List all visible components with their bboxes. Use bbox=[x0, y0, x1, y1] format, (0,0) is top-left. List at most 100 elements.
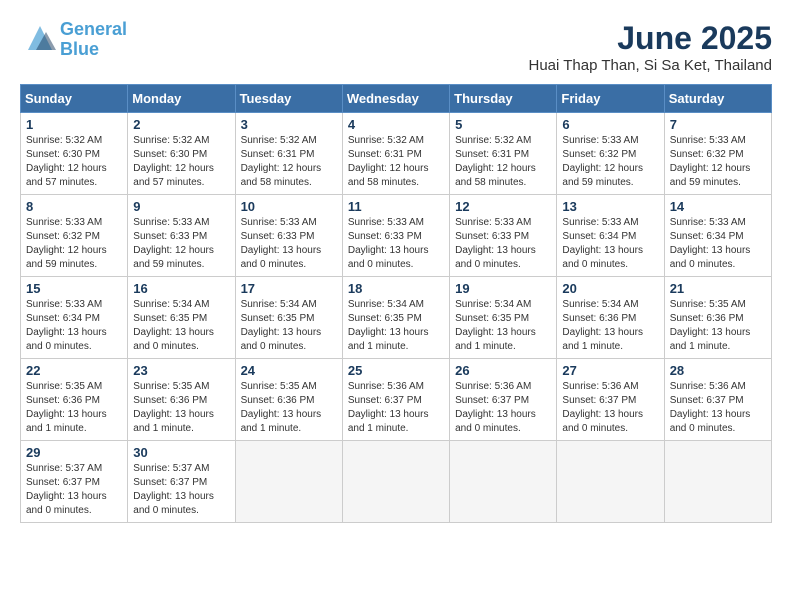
location-title: Huai Thap Than, Si Sa Ket, Thailand bbox=[529, 57, 773, 74]
day-number: 23 bbox=[133, 363, 229, 378]
day-info: Sunrise: 5:34 AM Sunset: 6:36 PM Dayligh… bbox=[562, 298, 658, 354]
day-info: Sunrise: 5:33 AM Sunset: 6:34 PM Dayligh… bbox=[670, 216, 766, 272]
table-row: 18 Sunrise: 5:34 AM Sunset: 6:35 PM Dayl… bbox=[342, 277, 449, 359]
day-info: Sunrise: 5:33 AM Sunset: 6:33 PM Dayligh… bbox=[133, 216, 229, 272]
table-row: 27 Sunrise: 5:36 AM Sunset: 6:37 PM Dayl… bbox=[557, 359, 664, 441]
day-number: 22 bbox=[26, 363, 122, 378]
title-area: June 2025 Huai Thap Than, Si Sa Ket, Tha… bbox=[529, 20, 773, 74]
day-info: Sunrise: 5:34 AM Sunset: 6:35 PM Dayligh… bbox=[348, 298, 444, 354]
table-row: 22 Sunrise: 5:35 AM Sunset: 6:36 PM Dayl… bbox=[21, 359, 128, 441]
day-info: Sunrise: 5:35 AM Sunset: 6:36 PM Dayligh… bbox=[26, 380, 122, 436]
table-row: 6 Sunrise: 5:33 AM Sunset: 6:32 PM Dayli… bbox=[557, 113, 664, 195]
table-row: 3 Sunrise: 5:32 AM Sunset: 6:31 PM Dayli… bbox=[235, 113, 342, 195]
day-info: Sunrise: 5:37 AM Sunset: 6:37 PM Dayligh… bbox=[133, 462, 229, 518]
header-friday: Friday bbox=[557, 85, 664, 113]
table-row bbox=[664, 441, 771, 523]
header-thursday: Thursday bbox=[450, 85, 557, 113]
day-number: 15 bbox=[26, 281, 122, 296]
header-wednesday: Wednesday bbox=[342, 85, 449, 113]
day-number: 2 bbox=[133, 117, 229, 132]
day-info: Sunrise: 5:33 AM Sunset: 6:32 PM Dayligh… bbox=[562, 134, 658, 190]
table-row: 24 Sunrise: 5:35 AM Sunset: 6:36 PM Dayl… bbox=[235, 359, 342, 441]
table-row: 1 Sunrise: 5:32 AM Sunset: 6:30 PM Dayli… bbox=[21, 113, 128, 195]
day-info: Sunrise: 5:32 AM Sunset: 6:30 PM Dayligh… bbox=[133, 134, 229, 190]
day-info: Sunrise: 5:36 AM Sunset: 6:37 PM Dayligh… bbox=[562, 380, 658, 436]
table-row: 12 Sunrise: 5:33 AM Sunset: 6:33 PM Dayl… bbox=[450, 195, 557, 277]
day-info: Sunrise: 5:36 AM Sunset: 6:37 PM Dayligh… bbox=[455, 380, 551, 436]
day-info: Sunrise: 5:32 AM Sunset: 6:30 PM Dayligh… bbox=[26, 134, 122, 190]
table-row: 15 Sunrise: 5:33 AM Sunset: 6:34 PM Dayl… bbox=[21, 277, 128, 359]
table-row: 11 Sunrise: 5:33 AM Sunset: 6:33 PM Dayl… bbox=[342, 195, 449, 277]
calendar-week-row: 22 Sunrise: 5:35 AM Sunset: 6:36 PM Dayl… bbox=[21, 359, 772, 441]
table-row: 8 Sunrise: 5:33 AM Sunset: 6:32 PM Dayli… bbox=[21, 195, 128, 277]
table-row: 4 Sunrise: 5:32 AM Sunset: 6:31 PM Dayli… bbox=[342, 113, 449, 195]
day-number: 5 bbox=[455, 117, 551, 132]
day-number: 29 bbox=[26, 445, 122, 460]
day-info: Sunrise: 5:33 AM Sunset: 6:34 PM Dayligh… bbox=[562, 216, 658, 272]
table-row: 28 Sunrise: 5:36 AM Sunset: 6:37 PM Dayl… bbox=[664, 359, 771, 441]
day-number: 9 bbox=[133, 199, 229, 214]
calendar: Sunday Monday Tuesday Wednesday Thursday… bbox=[20, 84, 772, 523]
day-number: 30 bbox=[133, 445, 229, 460]
table-row: 29 Sunrise: 5:37 AM Sunset: 6:37 PM Dayl… bbox=[21, 441, 128, 523]
calendar-week-row: 8 Sunrise: 5:33 AM Sunset: 6:32 PM Dayli… bbox=[21, 195, 772, 277]
day-info: Sunrise: 5:37 AM Sunset: 6:37 PM Dayligh… bbox=[26, 462, 122, 518]
calendar-header-row: Sunday Monday Tuesday Wednesday Thursday… bbox=[21, 85, 772, 113]
day-number: 28 bbox=[670, 363, 766, 378]
day-number: 26 bbox=[455, 363, 551, 378]
logo: General Blue bbox=[20, 20, 127, 60]
day-info: Sunrise: 5:33 AM Sunset: 6:32 PM Dayligh… bbox=[670, 134, 766, 190]
table-row: 10 Sunrise: 5:33 AM Sunset: 6:33 PM Dayl… bbox=[235, 195, 342, 277]
day-number: 7 bbox=[670, 117, 766, 132]
page-header: General Blue June 2025 Huai Thap Than, S… bbox=[20, 20, 772, 74]
day-info: Sunrise: 5:36 AM Sunset: 6:37 PM Dayligh… bbox=[348, 380, 444, 436]
day-number: 20 bbox=[562, 281, 658, 296]
day-info: Sunrise: 5:34 AM Sunset: 6:35 PM Dayligh… bbox=[241, 298, 337, 354]
day-number: 27 bbox=[562, 363, 658, 378]
table-row: 26 Sunrise: 5:36 AM Sunset: 6:37 PM Dayl… bbox=[450, 359, 557, 441]
day-info: Sunrise: 5:33 AM Sunset: 6:33 PM Dayligh… bbox=[241, 216, 337, 272]
day-number: 10 bbox=[241, 199, 337, 214]
day-number: 14 bbox=[670, 199, 766, 214]
table-row: 17 Sunrise: 5:34 AM Sunset: 6:35 PM Dayl… bbox=[235, 277, 342, 359]
calendar-week-row: 1 Sunrise: 5:32 AM Sunset: 6:30 PM Dayli… bbox=[21, 113, 772, 195]
day-number: 25 bbox=[348, 363, 444, 378]
logo-text: General Blue bbox=[60, 20, 127, 60]
day-number: 3 bbox=[241, 117, 337, 132]
table-row: 23 Sunrise: 5:35 AM Sunset: 6:36 PM Dayl… bbox=[128, 359, 235, 441]
day-info: Sunrise: 5:32 AM Sunset: 6:31 PM Dayligh… bbox=[241, 134, 337, 190]
day-info: Sunrise: 5:34 AM Sunset: 6:35 PM Dayligh… bbox=[455, 298, 551, 354]
table-row: 13 Sunrise: 5:33 AM Sunset: 6:34 PM Dayl… bbox=[557, 195, 664, 277]
table-row bbox=[450, 441, 557, 523]
header-saturday: Saturday bbox=[664, 85, 771, 113]
day-info: Sunrise: 5:35 AM Sunset: 6:36 PM Dayligh… bbox=[241, 380, 337, 436]
month-title: June 2025 bbox=[529, 20, 773, 57]
table-row: 14 Sunrise: 5:33 AM Sunset: 6:34 PM Dayl… bbox=[664, 195, 771, 277]
table-row: 21 Sunrise: 5:35 AM Sunset: 6:36 PM Dayl… bbox=[664, 277, 771, 359]
day-number: 19 bbox=[455, 281, 551, 296]
table-row: 30 Sunrise: 5:37 AM Sunset: 6:37 PM Dayl… bbox=[128, 441, 235, 523]
day-number: 1 bbox=[26, 117, 122, 132]
day-number: 17 bbox=[241, 281, 337, 296]
day-number: 6 bbox=[562, 117, 658, 132]
day-info: Sunrise: 5:36 AM Sunset: 6:37 PM Dayligh… bbox=[670, 380, 766, 436]
day-number: 4 bbox=[348, 117, 444, 132]
day-info: Sunrise: 5:33 AM Sunset: 6:33 PM Dayligh… bbox=[455, 216, 551, 272]
header-sunday: Sunday bbox=[21, 85, 128, 113]
day-number: 11 bbox=[348, 199, 444, 214]
day-info: Sunrise: 5:35 AM Sunset: 6:36 PM Dayligh… bbox=[133, 380, 229, 436]
day-info: Sunrise: 5:32 AM Sunset: 6:31 PM Dayligh… bbox=[348, 134, 444, 190]
day-info: Sunrise: 5:33 AM Sunset: 6:34 PM Dayligh… bbox=[26, 298, 122, 354]
header-monday: Monday bbox=[128, 85, 235, 113]
calendar-week-row: 15 Sunrise: 5:33 AM Sunset: 6:34 PM Dayl… bbox=[21, 277, 772, 359]
table-row: 20 Sunrise: 5:34 AM Sunset: 6:36 PM Dayl… bbox=[557, 277, 664, 359]
day-info: Sunrise: 5:33 AM Sunset: 6:33 PM Dayligh… bbox=[348, 216, 444, 272]
day-number: 8 bbox=[26, 199, 122, 214]
table-row: 5 Sunrise: 5:32 AM Sunset: 6:31 PM Dayli… bbox=[450, 113, 557, 195]
table-row: 25 Sunrise: 5:36 AM Sunset: 6:37 PM Dayl… bbox=[342, 359, 449, 441]
day-number: 18 bbox=[348, 281, 444, 296]
day-info: Sunrise: 5:33 AM Sunset: 6:32 PM Dayligh… bbox=[26, 216, 122, 272]
day-number: 21 bbox=[670, 281, 766, 296]
table-row bbox=[557, 441, 664, 523]
table-row: 19 Sunrise: 5:34 AM Sunset: 6:35 PM Dayl… bbox=[450, 277, 557, 359]
